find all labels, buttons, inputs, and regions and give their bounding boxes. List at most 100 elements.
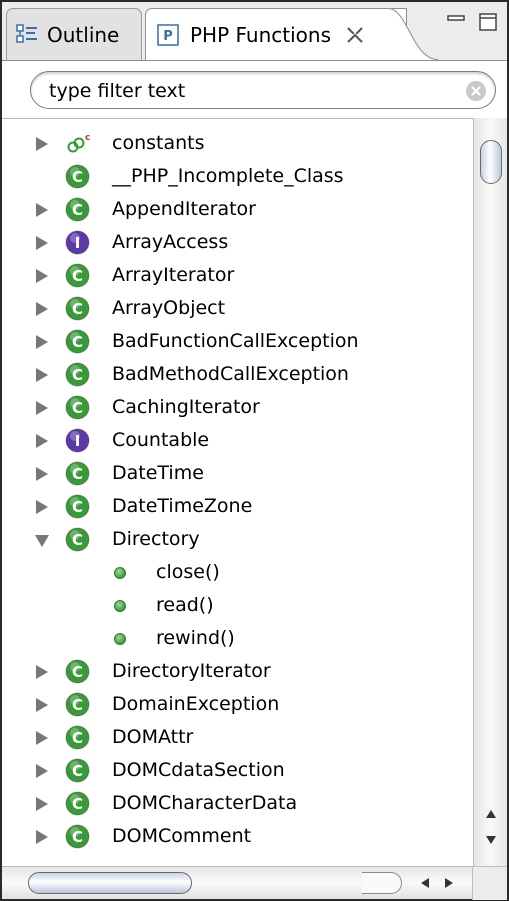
tree-row[interactable]: C DOMCdataSection	[2, 754, 472, 787]
tree-row[interactable]: C DOMAttr	[2, 721, 472, 754]
expand-arrow-icon[interactable]	[34, 730, 50, 746]
tree-row-label: DOMComment	[112, 825, 252, 847]
tree-row[interactable]: C CachingIterator	[2, 391, 472, 424]
svg-text:C: C	[72, 762, 83, 780]
filter-box	[30, 71, 496, 109]
tree-row-label: ArrayObject	[112, 297, 226, 319]
interface-icon: I	[65, 428, 90, 453]
expand-arrow-icon[interactable]	[34, 136, 50, 152]
tree-row[interactable]: C DOMComment	[2, 820, 472, 853]
tree-row-label: DateTime	[112, 462, 204, 484]
tree-row[interactable]: C DateTimeZone	[2, 490, 472, 523]
svg-text:C: C	[72, 795, 83, 813]
tree-row[interactable]: C ArrayIterator	[2, 259, 472, 292]
expand-arrow-icon[interactable]	[34, 367, 50, 383]
svg-text:C: C	[72, 333, 83, 351]
class-icon: C	[65, 527, 90, 552]
scroll-track-end	[362, 872, 402, 894]
tree-row-label: DateTimeZone	[112, 495, 253, 517]
vertical-scrollbar[interactable]	[473, 118, 507, 866]
horizontal-scrollbar[interactable]	[2, 866, 507, 900]
tab-outline-label: Outline	[47, 22, 120, 47]
tab-curve	[388, 8, 438, 60]
tree-row[interactable]: I Countable	[2, 424, 472, 457]
tree-row[interactable]: I ArrayAccess	[2, 226, 472, 259]
svg-text:C: C	[72, 201, 83, 219]
svg-text:C: C	[72, 696, 83, 714]
arrow-left-icon	[421, 878, 429, 888]
horizontal-scroll-thumb[interactable]	[28, 872, 192, 894]
outline-icon	[16, 23, 37, 43]
tree-row[interactable]: C BadMethodCallException	[2, 358, 472, 391]
tree-row-label: BadFunctionCallException	[112, 330, 359, 352]
constants-icon: c	[67, 133, 90, 153]
expand-arrow-icon[interactable]	[34, 466, 50, 482]
tree-row-method[interactable]: close()	[2, 556, 472, 589]
class-icon: C	[65, 791, 90, 816]
tree-row[interactable]: C DomainException	[2, 688, 472, 721]
class-icon: C	[65, 362, 90, 387]
svg-text:C: C	[72, 498, 83, 516]
tree-row-method[interactable]: rewind()	[2, 622, 472, 655]
expand-arrow-icon[interactable]	[34, 334, 50, 350]
tree-row[interactable]: C Directory	[2, 523, 472, 556]
tab-bar: Outline P PHP Functions	[2, 2, 507, 60]
php-file-icon: P	[157, 23, 179, 46]
class-icon: C	[65, 758, 90, 783]
scroll-up-button[interactable]	[477, 802, 505, 826]
vertical-scroll-thumb[interactable]	[480, 140, 502, 184]
method-icon	[114, 633, 126, 645]
tree-row[interactable]: C DOMCharacterData	[2, 787, 472, 820]
method-label: read()	[156, 594, 214, 616]
expand-arrow-icon[interactable]	[34, 202, 50, 218]
class-icon: C	[65, 659, 90, 684]
expand-arrow-icon[interactable]	[34, 763, 50, 779]
tab-php-functions[interactable]: P PHP Functions	[145, 8, 407, 60]
svg-text:C: C	[72, 168, 83, 186]
expand-arrow-icon[interactable]	[34, 301, 50, 317]
tree-row[interactable]: C __PHP_Incomplete_Class	[2, 160, 472, 193]
tree-row[interactable]: C AppendIterator	[2, 193, 472, 226]
scroll-right-button[interactable]	[438, 872, 460, 894]
filter-input[interactable]	[49, 78, 449, 104]
expand-arrow-icon[interactable]	[34, 268, 50, 284]
svg-text:C: C	[72, 465, 83, 483]
scroll-left-button[interactable]	[414, 872, 436, 894]
clear-filter-icon[interactable]	[465, 80, 487, 102]
close-icon[interactable]	[345, 25, 365, 45]
method-label: close()	[156, 561, 220, 583]
tree-row-label: __PHP_Incomplete_Class	[112, 165, 344, 187]
tree-row[interactable]: C BadFunctionCallException	[2, 325, 472, 358]
filter-area	[2, 60, 507, 118]
collapse-arrow-icon[interactable]	[34, 532, 50, 548]
tree-row-label: constants	[112, 132, 205, 154]
tree-row-constants[interactable]: c constants	[2, 127, 472, 160]
minimize-icon[interactable]	[445, 12, 467, 32]
class-icon: C	[65, 692, 90, 717]
scroll-down-button[interactable]	[477, 828, 505, 852]
tree-row[interactable]: C DirectoryIterator	[2, 655, 472, 688]
tree-row-label: Countable	[112, 429, 210, 451]
method-icon	[114, 600, 126, 612]
tree-row-method[interactable]: read()	[2, 589, 472, 622]
tree-row[interactable]: C DateTime	[2, 457, 472, 490]
expand-arrow-icon[interactable]	[34, 400, 50, 416]
maximize-icon[interactable]	[477, 12, 499, 32]
php-functions-tree: c constants C __PHP_Incomplete_Class C Appe…	[2, 118, 507, 866]
tree-row[interactable]: C ArrayObject	[2, 292, 472, 325]
tree-row-label: DOMCharacterData	[112, 792, 298, 814]
expand-arrow-icon[interactable]	[34, 829, 50, 845]
expand-arrow-icon[interactable]	[34, 697, 50, 713]
expand-arrow-icon[interactable]	[34, 499, 50, 515]
expand-arrow-icon[interactable]	[34, 433, 50, 449]
tab-php-functions-label: PHP Functions	[190, 22, 332, 47]
expand-arrow-icon[interactable]	[34, 664, 50, 680]
svg-text:I: I	[75, 234, 81, 252]
arrow-right-icon	[445, 878, 453, 888]
svg-text:C: C	[72, 267, 83, 285]
method-icon	[114, 567, 126, 579]
class-icon: C	[65, 461, 90, 486]
tab-outline[interactable]: Outline	[6, 8, 142, 60]
expand-arrow-icon[interactable]	[34, 235, 50, 251]
expand-arrow-icon[interactable]	[34, 796, 50, 812]
